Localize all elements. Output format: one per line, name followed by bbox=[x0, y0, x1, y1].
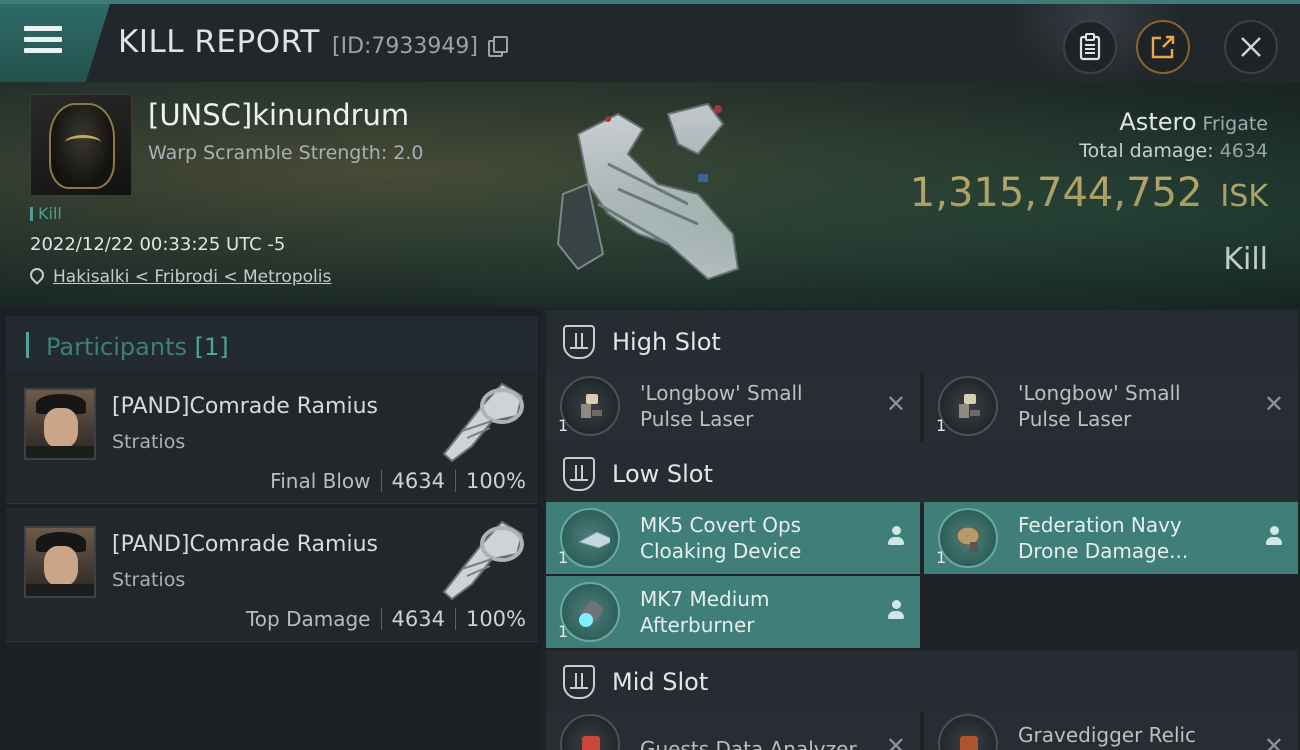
clipboard-button[interactable] bbox=[1063, 20, 1117, 74]
ship-name: Astero bbox=[1119, 108, 1197, 136]
participant-portrait[interactable] bbox=[24, 526, 96, 598]
pulse-laser-icon bbox=[938, 376, 998, 436]
mid-slot-header: Mid Slot bbox=[546, 650, 1298, 712]
victim-ship-image[interactable] bbox=[548, 94, 758, 294]
mid-slot-title: Mid Slot bbox=[612, 668, 709, 696]
victim-ship: Astero Frigate bbox=[1119, 108, 1268, 136]
participant-stats: Top Damage 4634 100% bbox=[246, 607, 526, 631]
participant-name: [PAND]Comrade Ramius bbox=[112, 394, 378, 419]
destroyed-x-icon: ✕ bbox=[1263, 732, 1284, 750]
module-item[interactable]: 1 'Longbow' Small Pulse Laser ✕ bbox=[546, 370, 920, 442]
module-quantity: 1 bbox=[936, 548, 947, 567]
participant-damage: 4634 bbox=[391, 607, 445, 631]
module-item[interactable]: 1 MK5 Covert Ops Cloaking Device bbox=[546, 502, 920, 574]
share-button[interactable] bbox=[1136, 20, 1190, 74]
module-quantity: 1 bbox=[558, 548, 569, 567]
participant-percent: 100% bbox=[465, 469, 526, 493]
module-name: Federation Navy Drone Damage... bbox=[1018, 513, 1189, 563]
total-damage-label: Total damage: bbox=[1079, 140, 1214, 162]
participants-accent bbox=[26, 332, 29, 358]
slot-shield-icon bbox=[563, 665, 595, 699]
page-title: KILL REPORT bbox=[118, 24, 320, 60]
module-name: 'Longbow' Small Pulse Laser bbox=[640, 381, 803, 431]
module-name: MK7 Medium Afterburner bbox=[640, 587, 770, 637]
close-icon bbox=[1241, 37, 1261, 57]
cloaking-device-icon bbox=[560, 508, 620, 568]
participant-ship-image[interactable] bbox=[432, 376, 528, 468]
isk-value: 1,315,744,752 ISK bbox=[910, 170, 1268, 216]
destroyed-x-icon: ✕ bbox=[885, 390, 906, 418]
module-item[interactable]: 1 Guests Data Analyzer ✕ bbox=[546, 708, 920, 750]
participant-role: Top Damage bbox=[245, 607, 371, 631]
participant-row[interactable]: [PAND]Comrade Ramius Stratios Top Damage… bbox=[6, 508, 538, 642]
participant-role: Final Blow bbox=[270, 469, 371, 493]
participants-panel: Participants [1] [PAND]Comrade Ramius St… bbox=[0, 308, 540, 750]
module-name: 'Longbow' Small Pulse Laser bbox=[1018, 381, 1181, 431]
fitting-panel: High Slot 1 'Longbow' Small Pulse Laser ✕… bbox=[540, 308, 1300, 750]
module-name: Guests Data Analyzer bbox=[640, 737, 857, 750]
slot-shield-icon bbox=[563, 457, 595, 491]
isk-amount: 1,315,744,752 bbox=[909, 170, 1203, 216]
dropped-person-icon bbox=[1266, 526, 1282, 548]
module-quantity: 1 bbox=[558, 416, 569, 435]
close-button[interactable] bbox=[1224, 20, 1278, 74]
victim-portrait[interactable] bbox=[30, 94, 132, 196]
high-slot-title: High Slot bbox=[612, 328, 721, 356]
module-quantity: 1 bbox=[936, 416, 947, 435]
victim-name: [UNSC]kinundrum bbox=[148, 98, 410, 132]
menu-button[interactable] bbox=[0, 4, 110, 82]
report-id: [ID:7933949] bbox=[332, 34, 478, 59]
header-bar: KILL REPORT [ID:7933949] bbox=[0, 0, 1300, 86]
dropped-person-icon bbox=[888, 600, 904, 622]
dropped-person-icon bbox=[888, 526, 904, 548]
module-item[interactable]: 1 'Longbow' Small Pulse Laser ✕ bbox=[924, 370, 1298, 442]
copy-icon[interactable] bbox=[488, 36, 508, 57]
drone-damage-amplifier-icon bbox=[938, 508, 998, 568]
total-damage: Total damage: 4634 bbox=[1079, 140, 1268, 162]
module-item[interactable]: 1 Federation Navy Drone Damage... bbox=[924, 502, 1298, 574]
module-name: MK5 Covert Ops Cloaking Device bbox=[640, 513, 802, 563]
victim-banner: [UNSC]kinundrum Warp Scramble Strength: … bbox=[0, 82, 1300, 308]
kill-tag: Kill bbox=[30, 204, 62, 223]
module-name: Gravedigger Relic bbox=[1018, 723, 1197, 747]
participants-header[interactable]: Participants [1] bbox=[6, 316, 538, 374]
clipboard-icon bbox=[1079, 33, 1101, 61]
hamburger-icon bbox=[24, 26, 62, 56]
participant-stats: Final Blow 4634 100% bbox=[270, 469, 526, 493]
participant-damage: 4634 bbox=[391, 469, 445, 493]
pulse-laser-icon bbox=[560, 376, 620, 436]
destroyed-x-icon: ✕ bbox=[1263, 390, 1284, 418]
location-link[interactable]: Hakisalki < Fribrodi < Metropolis bbox=[53, 267, 331, 287]
module-item[interactable]: 1 Gravedigger Relic ✕ bbox=[924, 708, 1298, 750]
warp-scramble-strength: Warp Scramble Strength: 2.0 bbox=[148, 142, 424, 164]
relic-analyzer-icon bbox=[938, 714, 998, 750]
participant-row[interactable]: [PAND]Comrade Ramius Stratios Final Blow… bbox=[6, 370, 538, 504]
module-item[interactable]: 1 MK7 Medium Afterburner bbox=[546, 576, 920, 648]
participant-ship: Stratios bbox=[112, 431, 186, 453]
low-slot-title: Low Slot bbox=[612, 460, 713, 488]
high-slot-header: High Slot bbox=[546, 310, 1298, 372]
participants-title: Participants bbox=[46, 333, 187, 361]
participant-ship-image[interactable] bbox=[432, 514, 528, 606]
data-analyzer-icon bbox=[560, 714, 620, 750]
participant-ship: Stratios bbox=[112, 569, 186, 591]
total-damage-value: 4634 bbox=[1219, 140, 1268, 162]
slot-shield-icon bbox=[563, 325, 595, 359]
isk-unit: ISK bbox=[1220, 179, 1268, 214]
location-pin-icon bbox=[27, 265, 47, 285]
participants-count: [1] bbox=[194, 333, 229, 361]
ship-class: Frigate bbox=[1202, 113, 1268, 135]
share-icon bbox=[1151, 35, 1175, 59]
participant-percent: 100% bbox=[465, 607, 526, 631]
afterburner-icon bbox=[560, 582, 620, 642]
destroyed-x-icon: ✕ bbox=[885, 732, 906, 750]
result-label: Kill bbox=[1223, 242, 1268, 277]
module-quantity: 1 bbox=[558, 622, 569, 641]
kill-datetime: 2022/12/22 00:33:25 UTC -5 bbox=[30, 234, 286, 255]
participant-name: [PAND]Comrade Ramius bbox=[112, 532, 378, 557]
participant-portrait[interactable] bbox=[24, 388, 96, 460]
participants-label: Participants [1] bbox=[46, 333, 229, 361]
low-slot-header: Low Slot bbox=[546, 442, 1298, 504]
